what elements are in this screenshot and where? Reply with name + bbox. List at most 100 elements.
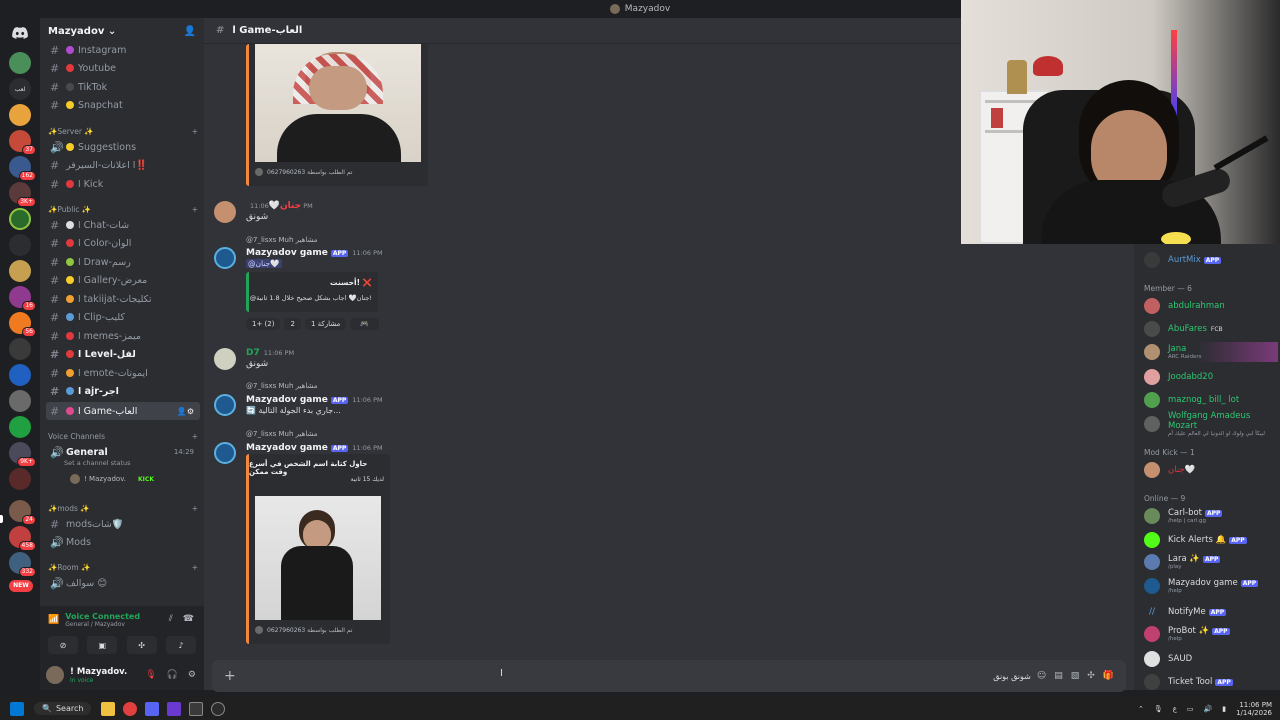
category-mods[interactable]: ✨mods ✨ +: [48, 501, 198, 515]
server-icon[interactable]: 332: [9, 552, 36, 577]
voice-location[interactable]: General / Mazyadov: [65, 621, 140, 628]
server-icon[interactable]: 162: [9, 156, 36, 181]
reaction-button[interactable]: مشاركة 1: [304, 318, 347, 330]
screen-share-icon[interactable]: ▣: [87, 636, 118, 654]
server-icon[interactable]: 9K+: [9, 442, 36, 467]
server-icon[interactable]: 3K+: [9, 182, 36, 207]
server-icon[interactable]: [9, 104, 31, 126]
user-settings-icon[interactable]: ⚙: [188, 670, 196, 680]
add-channel-icon[interactable]: +: [192, 127, 198, 136]
gift-icon[interactable]: 🎁: [1103, 671, 1114, 681]
settings-icon[interactable]: 👤⚙: [177, 407, 194, 416]
message-author[interactable]: جنان🤍11:06 PM: [246, 201, 313, 211]
channel-chat[interactable]: # ا Chat-شات: [46, 216, 200, 234]
sticker-icon[interactable]: ▧: [1071, 671, 1080, 681]
channel-status-prompt[interactable]: Set a channel status: [64, 459, 131, 467]
add-channel-icon[interactable]: +: [192, 504, 198, 513]
noise-suppression-icon[interactable]: ⫽: [169, 614, 173, 624]
avatar[interactable]: [46, 666, 64, 684]
capcut-icon[interactable]: [189, 701, 204, 716]
channel-snapchat[interactable]: # Snapchat: [46, 96, 200, 114]
server-icon[interactable]: [9, 260, 31, 282]
channel-emote[interactable]: # ا emote-ايموتات: [46, 364, 200, 382]
member-item[interactable]: abdulrahman: [1144, 296, 1278, 316]
clock[interactable]: 11:06 PM 1/14/2026: [1236, 701, 1272, 717]
camera-off-icon[interactable]: ⊘: [48, 636, 78, 654]
member-item[interactable]: SAUD: [1144, 649, 1278, 669]
category-public[interactable]: ✨Public ✨ +: [48, 202, 198, 216]
add-member-icon[interactable]: 👤: [184, 26, 196, 37]
member-item[interactable]: Kick Alerts 🔔 APP: [1144, 530, 1278, 550]
server-icon[interactable]: [9, 468, 31, 490]
soundboard-icon[interactable]: ♪: [165, 636, 196, 654]
member-item[interactable]: Jana ARC Raiders: [1144, 342, 1278, 362]
avatar[interactable]: [214, 442, 236, 464]
member-item[interactable]: ProBot ✨ APP/help: [1144, 624, 1278, 644]
reply-reference[interactable]: @7_lisxs Muh مشاهير: [246, 382, 317, 390]
channel-game[interactable]: # ا Game-العاب 👤⚙: [46, 402, 200, 420]
gif-icon[interactable]: ▤: [1054, 671, 1063, 681]
channel-draw[interactable]: # ا Draw-رسم: [46, 253, 200, 271]
server-icon[interactable]: [9, 208, 31, 230]
channel-announcements[interactable]: # ا اعلانات-السيرفر‼️: [46, 156, 200, 174]
language-indicator[interactable]: ع: [1173, 705, 1177, 713]
message-author[interactable]: Mazyadov game APP 11:06 PM: [246, 395, 383, 405]
avatar[interactable]: [214, 201, 236, 223]
mute-icon[interactable]: 🎙: [145, 670, 156, 680]
channel-takiijat[interactable]: # ا takiijat-تكليجات: [46, 290, 200, 308]
mic-icon[interactable]: 🎙: [1154, 705, 1163, 713]
app-icon[interactable]: [167, 701, 182, 716]
voice-user[interactable]: ! Mazyadov. KICK: [70, 474, 154, 484]
emoji-status-icon[interactable]: ☺: [1037, 671, 1046, 681]
server-icon[interactable]: 37: [9, 130, 36, 155]
add-channel-icon[interactable]: +: [192, 205, 198, 214]
embed-image[interactable]: [255, 44, 421, 162]
server-icon[interactable]: 56: [9, 312, 36, 337]
avatar[interactable]: [214, 394, 236, 416]
message-author[interactable]: D7 11:06 PM: [246, 348, 294, 358]
chrome-icon[interactable]: [123, 701, 138, 716]
member-item[interactable]: Lara ✨ APP/play: [1144, 552, 1278, 572]
discord-home-icon[interactable]: [9, 22, 31, 44]
reaction-button[interactable]: 1+ (2): [246, 318, 281, 330]
message-composer[interactable]: + شونق بونق ☺ ▤ ▧ ✣ 🎁: [212, 660, 1126, 692]
server-icon[interactable]: [9, 234, 31, 256]
file-explorer-icon[interactable]: [101, 701, 116, 716]
message-author[interactable]: Mazyadov game APP 11:06 PM: [246, 248, 383, 258]
server-icon[interactable]: [9, 416, 31, 438]
category-room[interactable]: ✨Room ✨ +: [48, 560, 198, 574]
reply-reference[interactable]: @7_lisxs Muh مشاهير: [246, 236, 317, 244]
server-icon[interactable]: [9, 338, 31, 360]
member-item[interactable]: Mazyadov game APP/help: [1144, 576, 1278, 596]
disconnect-icon[interactable]: ☎: [183, 614, 194, 624]
server-icon[interactable]: 458: [9, 526, 36, 551]
member-item[interactable]: //NotifyMe APP: [1144, 602, 1278, 622]
add-channel-icon[interactable]: +: [192, 563, 198, 572]
voice-channel-mods[interactable]: 🔊 Mods: [46, 533, 200, 551]
member-item[interactable]: Carl-bot APP/help | carl.gg: [1144, 506, 1278, 526]
obs-icon[interactable]: [211, 701, 226, 716]
discord-icon[interactable]: [145, 701, 160, 716]
controller-icon[interactable]: 🎮: [350, 318, 379, 330]
server-icon[interactable]: لعب: [9, 78, 31, 100]
member-item[interactable]: Wolfgang Amadeus Mozart لبيكآ لبي ولوك لو…: [1144, 411, 1278, 437]
deafen-icon[interactable]: 🎧: [167, 670, 178, 680]
reaction-button[interactable]: 2: [284, 318, 301, 330]
member-item[interactable]: Joodabd20: [1144, 367, 1278, 387]
member-item[interactable]: AbuFares FCB: [1144, 319, 1278, 339]
member-item[interactable]: maznog_ bill_ lot: [1144, 390, 1278, 410]
channel-suggestions[interactable]: 🔊 Suggestions: [46, 138, 200, 156]
add-channel-icon[interactable]: +: [192, 432, 198, 441]
voice-channel-room[interactable]: 🔊 سوالف 😊: [46, 574, 200, 592]
taskbar-search[interactable]: 🔍 Search: [34, 702, 92, 715]
signal-icon[interactable]: 📶: [48, 615, 59, 625]
channel-ajr[interactable]: # ا ajr-اجر: [46, 382, 200, 400]
embed-image[interactable]: [255, 496, 381, 620]
message-author[interactable]: Mazyadov game APP 11:06 PM: [246, 443, 383, 453]
channel-mods-chat[interactable]: # modsشات🛡️: [46, 515, 200, 533]
activities-icon[interactable]: ✣: [126, 636, 157, 654]
avatar[interactable]: [214, 348, 236, 370]
server-icon[interactable]: [9, 390, 31, 412]
member-item[interactable]: جنان🤍: [1144, 460, 1278, 480]
member-item[interactable]: AurtMix APP: [1144, 250, 1278, 270]
